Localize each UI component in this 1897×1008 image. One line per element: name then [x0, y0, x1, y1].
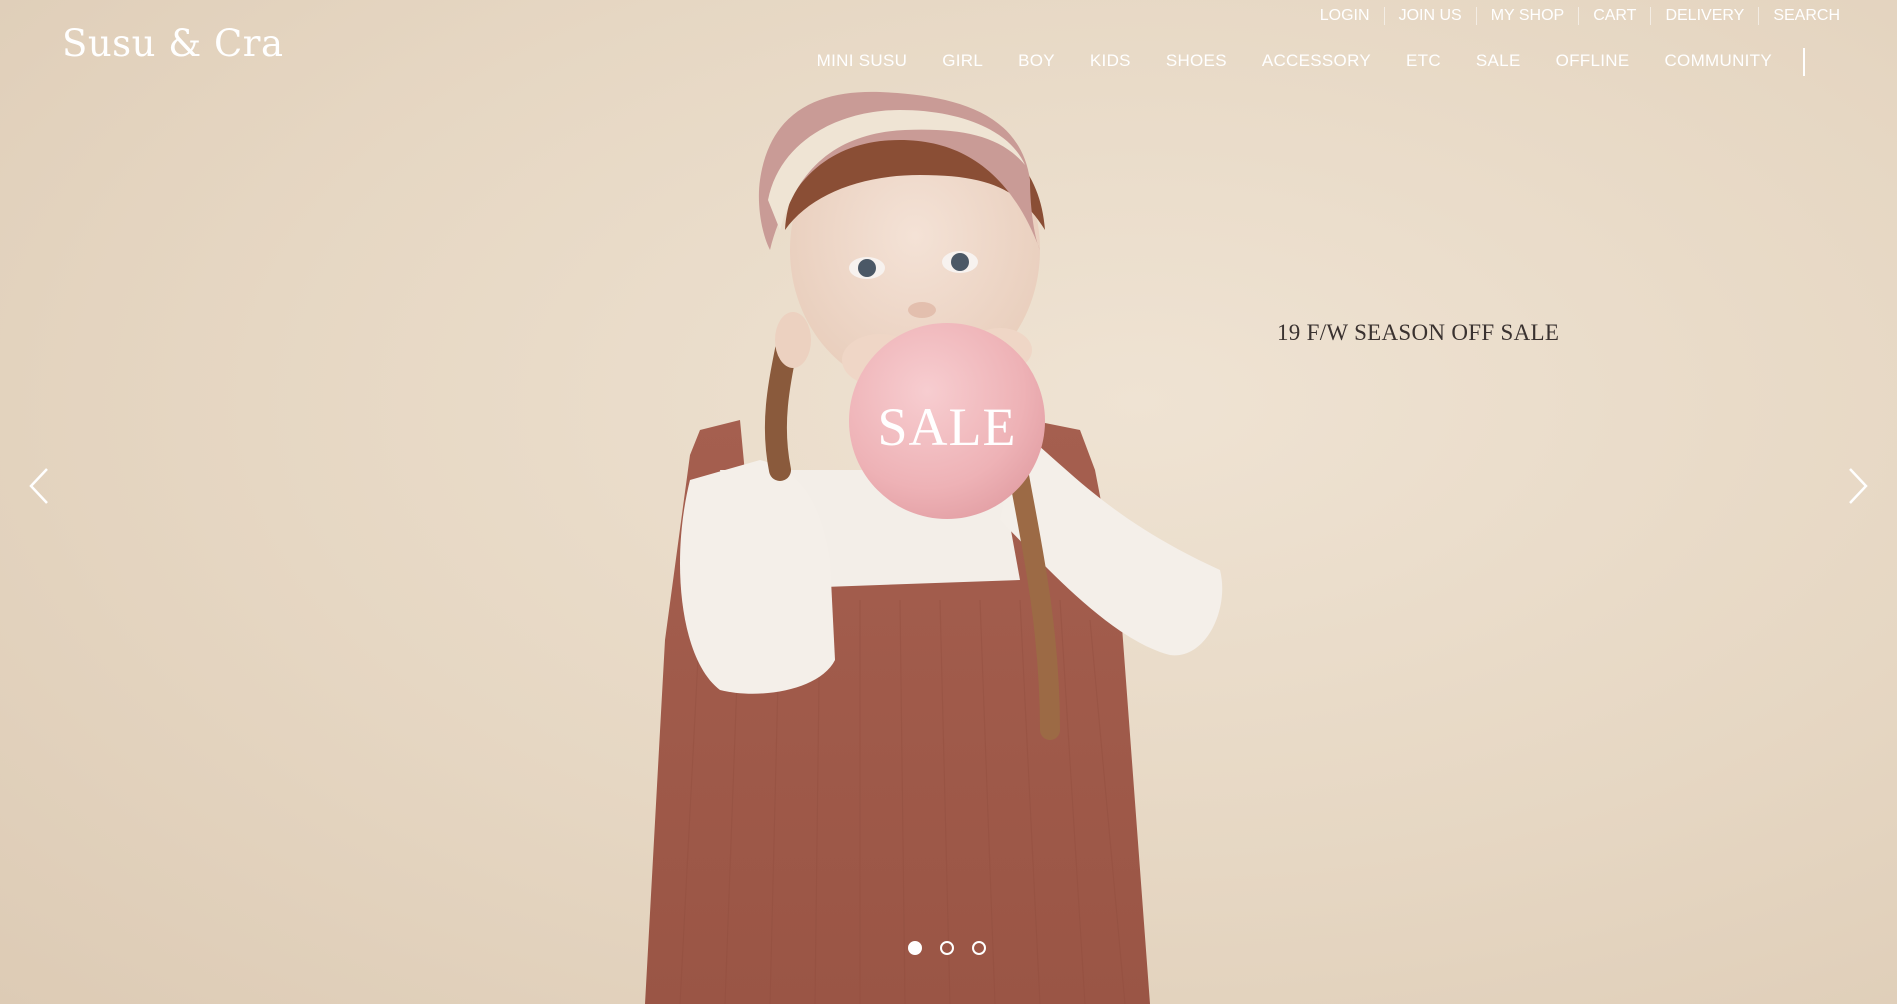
hero-image — [645, 91, 1223, 1004]
page-bottom-edge — [0, 1004, 1897, 1008]
nav-item-accessory[interactable]: ACCESSORY — [1262, 51, 1371, 71]
balloon-sale-text: SALE — [877, 397, 1017, 457]
login-link[interactable]: LOGIN — [1306, 7, 1384, 25]
slide-dot-3[interactable] — [972, 941, 986, 955]
nav-item-girl[interactable]: GIRL — [942, 51, 983, 71]
cart-link[interactable]: CART — [1578, 7, 1650, 25]
nav-divider — [1803, 48, 1805, 76]
my-shop-link[interactable]: MY SHOP — [1475, 7, 1579, 25]
slide-dot-2[interactable] — [940, 941, 954, 955]
nav-item-sale[interactable]: SALE — [1476, 51, 1521, 71]
main-nav: MINI SUSU GIRL BOY KIDS SHOES ACCESSORY … — [817, 51, 1772, 71]
nav-item-shoes[interactable]: SHOES — [1166, 51, 1227, 71]
nav-item-boy[interactable]: BOY — [1018, 51, 1055, 71]
hero-slider: Susu & Cra LOGIN JOIN US MY SHOP CART DE… — [0, 0, 1897, 1004]
utility-nav: LOGIN JOIN US MY SHOP CART DELIVERY SEAR… — [1306, 6, 1840, 26]
nav-item-offline[interactable]: OFFLINE — [1556, 51, 1630, 71]
chevron-left-icon[interactable] — [25, 465, 55, 507]
slide-pagination — [908, 941, 986, 955]
nav-item-etc[interactable]: ETC — [1406, 51, 1441, 71]
nav-item-kids[interactable]: KIDS — [1090, 51, 1131, 71]
logo[interactable]: Susu & Cra — [62, 22, 284, 65]
nav-item-community[interactable]: COMMUNITY — [1664, 51, 1772, 71]
join-link[interactable]: JOIN US — [1383, 7, 1476, 25]
slide-dot-1[interactable] — [908, 941, 922, 955]
search-link[interactable]: SEARCH — [1758, 7, 1840, 25]
nav-item-mini-susu[interactable]: MINI SUSU — [817, 51, 908, 71]
chevron-right-icon[interactable] — [1842, 465, 1872, 507]
slide-caption: 19 F/W SEASON OFF SALE — [1277, 320, 1560, 345]
delivery-link[interactable]: DELIVERY — [1650, 7, 1758, 25]
